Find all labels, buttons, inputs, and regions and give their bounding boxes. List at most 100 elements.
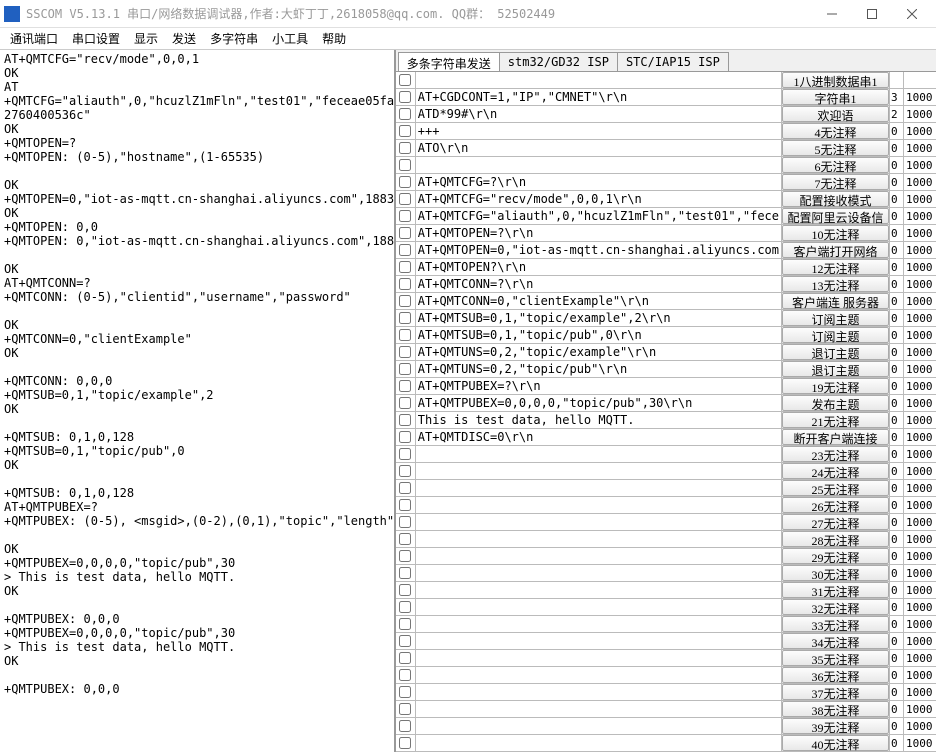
row-number[interactable]: 0 — [890, 344, 904, 360]
row-command[interactable] — [416, 548, 782, 564]
row-number[interactable]: 0 — [890, 497, 904, 513]
row-checkbox[interactable] — [399, 91, 411, 103]
row-command[interactable] — [416, 667, 782, 683]
send-button[interactable]: 30无注释 — [782, 565, 889, 581]
send-button[interactable]: 字符串1 — [782, 89, 889, 105]
row-delay[interactable]: 1000 — [904, 259, 936, 275]
send-button[interactable]: 23无注释 — [782, 446, 889, 462]
row-number[interactable] — [890, 72, 904, 88]
row-number[interactable]: 0 — [890, 548, 904, 564]
send-button[interactable]: 配置阿里云设备信息 — [782, 208, 889, 224]
row-checkbox[interactable] — [399, 210, 411, 222]
row-checkbox[interactable] — [399, 465, 411, 477]
row-number[interactable]: 0 — [890, 191, 904, 207]
row-checkbox[interactable] — [399, 329, 411, 341]
send-button[interactable]: 10无注释 — [782, 225, 889, 241]
row-checkbox[interactable] — [399, 363, 411, 375]
row-command[interactable]: AT+QMTCONN=?\r\n — [416, 276, 782, 292]
send-button[interactable]: 32无注释 — [782, 599, 889, 615]
row-checkbox[interactable] — [399, 414, 411, 426]
row-number[interactable]: 0 — [890, 429, 904, 445]
row-command[interactable]: AT+QMTCFG="recv/mode",0,0,1\r\n — [416, 191, 782, 207]
row-number[interactable]: 0 — [890, 225, 904, 241]
send-button[interactable]: 29无注释 — [782, 548, 889, 564]
send-button[interactable]: 7无注释 — [782, 174, 889, 190]
send-button[interactable]: 1八进制数据串1 — [782, 72, 889, 88]
send-button[interactable]: 退订主题 — [782, 344, 889, 360]
row-delay[interactable]: 1000 — [904, 123, 936, 139]
row-command[interactable] — [416, 582, 782, 598]
row-delay[interactable]: 1000 — [904, 480, 936, 496]
row-delay[interactable]: 1000 — [904, 565, 936, 581]
row-checkbox[interactable] — [399, 601, 411, 613]
row-delay[interactable]: 1000 — [904, 361, 936, 377]
row-command[interactable] — [416, 497, 782, 513]
row-command[interactable]: AT+CGDCONT=1,"IP","CMNET"\r\n — [416, 89, 782, 105]
send-button[interactable]: 6无注释 — [782, 157, 889, 173]
row-number[interactable]: 0 — [890, 514, 904, 530]
send-button[interactable]: 5无注释 — [782, 140, 889, 156]
send-button[interactable]: 订阅主题 — [782, 327, 889, 343]
row-delay[interactable]: 1000 — [904, 327, 936, 343]
row-number[interactable]: 0 — [890, 582, 904, 598]
row-checkbox[interactable] — [399, 533, 411, 545]
row-command[interactable]: AT+QMTDISC=0\r\n — [416, 429, 782, 445]
row-checkbox[interactable] — [399, 567, 411, 579]
terminal-output[interactable]: AT+QMTCFG="recv/mode",0,0,1 OK AT +QMTCF… — [0, 50, 395, 752]
menu-serial[interactable]: 串口设置 — [66, 28, 126, 49]
row-command[interactable] — [416, 633, 782, 649]
send-button[interactable]: 34无注释 — [782, 633, 889, 649]
menu-display[interactable]: 显示 — [128, 28, 164, 49]
row-checkbox[interactable] — [399, 652, 411, 664]
send-button[interactable]: 12无注释 — [782, 259, 889, 275]
send-button[interactable]: 26无注释 — [782, 497, 889, 513]
tab-stm32[interactable]: stm32/GD32 ISP — [499, 52, 618, 71]
row-delay[interactable]: 1000 — [904, 718, 936, 734]
send-button[interactable]: 断开客户端连接 — [782, 429, 889, 445]
send-button[interactable]: 33无注释 — [782, 616, 889, 632]
send-button[interactable]: 40无注释 — [782, 735, 889, 751]
row-command[interactable] — [416, 72, 782, 88]
row-checkbox[interactable] — [399, 312, 411, 324]
row-delay[interactable]: 1000 — [904, 514, 936, 530]
row-number[interactable]: 0 — [890, 531, 904, 547]
row-checkbox[interactable] — [399, 686, 411, 698]
send-button[interactable]: 27无注释 — [782, 514, 889, 530]
row-number[interactable]: 0 — [890, 327, 904, 343]
row-command[interactable] — [416, 735, 782, 751]
row-delay[interactable]: 1000 — [904, 633, 936, 649]
row-number[interactable]: 0 — [890, 480, 904, 496]
row-delay[interactable]: 1000 — [904, 225, 936, 241]
send-button[interactable]: 19无注释 — [782, 378, 889, 394]
row-command[interactable]: AT+QMTPUBEX=?\r\n — [416, 378, 782, 394]
row-delay[interactable]: 1000 — [904, 276, 936, 292]
row-command[interactable] — [416, 616, 782, 632]
row-number[interactable]: 0 — [890, 157, 904, 173]
row-number[interactable]: 0 — [890, 633, 904, 649]
row-checkbox[interactable] — [399, 380, 411, 392]
row-command[interactable]: AT+QMTUNS=0,2,"topic/pub"\r\n — [416, 361, 782, 377]
send-button[interactable]: 订阅主题 — [782, 310, 889, 326]
row-number[interactable]: 0 — [890, 735, 904, 751]
row-command[interactable]: AT+QMTPUBEX=0,0,0,0,"topic/pub",30\r\n — [416, 395, 782, 411]
row-checkbox[interactable] — [399, 176, 411, 188]
row-delay[interactable]: 1000 — [904, 463, 936, 479]
send-button[interactable]: 13无注释 — [782, 276, 889, 292]
row-command[interactable] — [416, 650, 782, 666]
row-delay[interactable]: 1000 — [904, 191, 936, 207]
row-number[interactable]: 0 — [890, 395, 904, 411]
row-number[interactable]: 0 — [890, 361, 904, 377]
row-command[interactable] — [416, 514, 782, 530]
row-command[interactable] — [416, 446, 782, 462]
row-checkbox[interactable] — [399, 516, 411, 528]
send-button[interactable]: 21无注释 — [782, 412, 889, 428]
row-delay[interactable]: 1000 — [904, 157, 936, 173]
row-delay[interactable]: 1000 — [904, 412, 936, 428]
row-command[interactable]: ATD*99#\r\n — [416, 106, 782, 122]
close-button[interactable] — [892, 0, 932, 28]
send-button[interactable]: 37无注释 — [782, 684, 889, 700]
row-delay[interactable] — [904, 72, 936, 88]
send-button[interactable]: 39无注释 — [782, 718, 889, 734]
send-button[interactable]: 配置接收模式 — [782, 191, 889, 207]
row-checkbox[interactable] — [399, 261, 411, 273]
